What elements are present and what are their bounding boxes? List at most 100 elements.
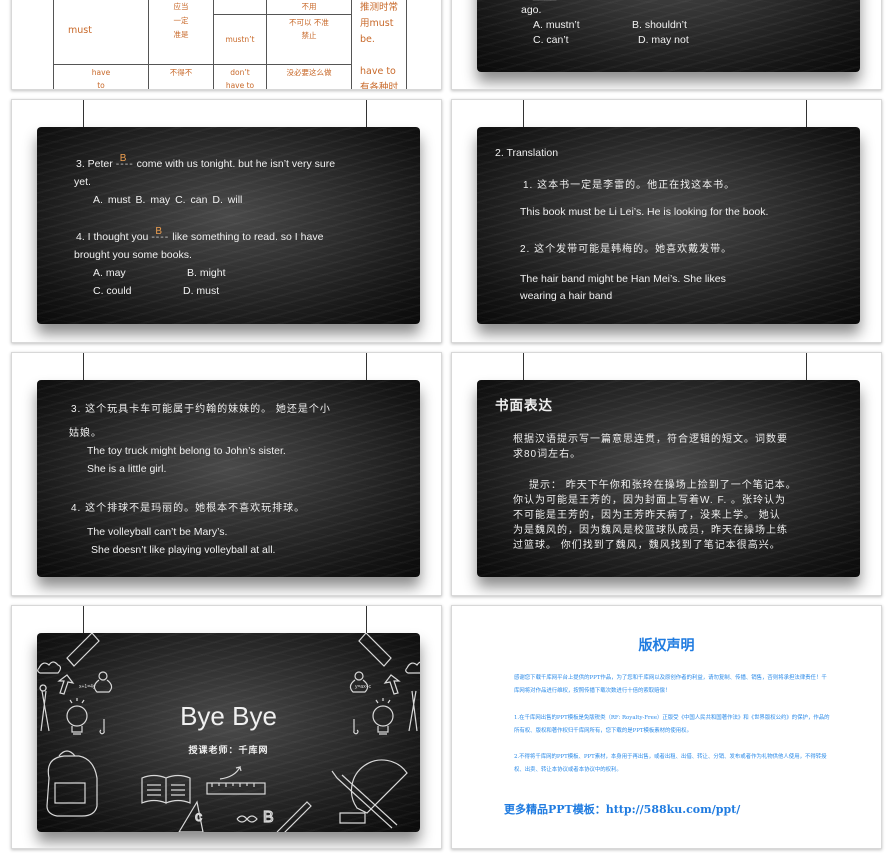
cell-line: 禁止 [301, 31, 317, 40]
table-cell: have to [53, 63, 149, 90]
slide-thumbnail-questions-3-4[interactable]: 3. Peter B ---- come with us tonight. but… [11, 99, 442, 343]
option-d: D. must [183, 285, 220, 297]
slide-title: 2. Translation [495, 147, 559, 159]
chalkboard: 2. Mary ____ be in Paris. I saw her in t… [477, 0, 860, 72]
slide-thumbnail-translation-1[interactable]: 2. Translation 1. 这本书一定是李雷的。他正在找这本书。 Thi… [451, 99, 882, 343]
hanging-string [806, 100, 807, 128]
table-cell: 应当 一定 准是 [148, 0, 214, 65]
chalkboard: 3. Peter B ---- come with us tonight. but… [37, 127, 420, 324]
slide-subtitle: 授课老师：千库网 [188, 745, 269, 755]
chinese-sentence: 2. 这个发带可能是韩梅的。她喜欢戴发带。 [520, 244, 733, 255]
english-translation: She is a little girl. [87, 463, 167, 475]
hint-line: 不可能是王芳的，因为王芳昨天病了，没来上学。 她认 [513, 510, 781, 521]
hanging-string [366, 100, 367, 128]
question-text: like something to read. so I have [172, 231, 324, 243]
cell-line: have to [225, 80, 255, 90]
english-translation: This book must be Li Lei’s. He is lookin… [520, 206, 769, 218]
cloud-icon [37, 661, 62, 674]
slide-title: 书面表达 [495, 398, 553, 413]
cell-line: to [97, 80, 105, 90]
english-translation: wearing a hair band [520, 290, 613, 302]
hanging-string [523, 100, 524, 128]
cell-line: 一定 [173, 16, 189, 25]
question-3: 3. Peter B ---- come with us tonight. but… [76, 153, 336, 173]
arrow-icon [383, 674, 401, 695]
slide-thumbnail-modal-table[interactable]: must 应当 一定 准是 不用 推测时常用must be. have to 有… [11, 0, 442, 90]
table-cell: must [53, 0, 149, 65]
hint-line: 提示： 昨天下午你和张玲在操场上捡到了一个笔记本。 [529, 480, 797, 491]
chalkboard: 书面表达 根据汉语提示写一篇意思连贯，符合逻辑的短文。词数要 求80词左右。 提… [477, 380, 860, 577]
chinese-sentence: 1. 这本书一定是李雷的。他正在找这本书。 [523, 180, 736, 191]
copyright-paragraph: 2.不得将千库网的PPT模板、PPT素材，本身用于再出售，或者出租、出借、转让、… [514, 754, 827, 773]
slide-thumbnail-writing[interactable]: 书面表达 根据汉语提示写一篇意思连贯，符合逻辑的短文。词数要 求80词左右。 提… [451, 352, 882, 596]
copyright-title: 版权声明 [638, 638, 695, 654]
chalkboard: 3. 这个玩具卡车可能属于约翰的妹妹的。 她还是个小 姑娘。 The toy t… [37, 380, 420, 577]
slide-thumbnail-bye[interactable]: c B x+1=4y y=ax+c Bye Bye 授课老师：千库网 [11, 605, 442, 849]
slide-title: Bye Bye [180, 701, 277, 731]
pencil-icon [276, 801, 312, 832]
option-b: B. might [187, 267, 226, 279]
english-translation: She doesn’t like playing volleyball at a… [91, 544, 276, 556]
chinese-sentence-cont: 姑娘。 [69, 428, 102, 439]
arrow-icon [57, 674, 75, 695]
hint-line: 为是魏风的，因为魏风是校篮球队成员，昨天在操场上练 [513, 525, 788, 536]
question-text: come with us tonight. but he isn’t very … [136, 158, 336, 170]
pencil-icon [66, 633, 100, 667]
eraser-icon [339, 812, 366, 824]
chalkboard: c B x+1=4y y=ax+c Bye Bye 授课老师：千库网 [37, 633, 420, 832]
slide-thumbnail-translation-2[interactable]: 3. 这个玩具卡车可能属于约翰的妹妹的。 她还是个小 姑娘。 The toy t… [11, 352, 442, 596]
modal-verb-table: must 应当 一定 准是 不用 推测时常用must be. have to 有… [53, 0, 407, 90]
option-d: D. may not [638, 34, 689, 46]
hanging-string [83, 353, 84, 381]
hint-line: 你认为可能是王芳的，因为封面上写着W. F. 。张玲认为 [513, 495, 786, 506]
doodle-letter-c: c [195, 808, 202, 824]
cell-line: don’t [230, 67, 250, 77]
answer-letter: B [155, 226, 162, 237]
cloud-icon [405, 661, 420, 674]
table-cell: don’t have to [213, 63, 267, 90]
book-icon [141, 774, 191, 804]
english-translation: The volleyball can’t be Mary’s. [87, 526, 228, 538]
question-text: 4. I thought you [76, 231, 149, 243]
slide-thumbnail-copyright[interactable]: 版权声明 感谢您下载千库网平台上提供的PPT作品，为了您和千库网以及原创作者的利… [451, 605, 882, 849]
doodle-formula: x+1=4y [79, 684, 96, 690]
hanging-string [83, 606, 84, 634]
hanging-string [806, 353, 807, 381]
flask-icon [93, 671, 113, 693]
chalkboard: 2. Translation 1. 这本书一定是李雷的。他正在找这本书。 Thi… [477, 127, 860, 324]
table-cell: mustn’t [213, 14, 267, 65]
pencil-icon [358, 633, 392, 667]
cell-line: 准是 [173, 30, 189, 39]
answer-blank: B ---- [151, 226, 169, 243]
question-text: 3. Peter [76, 158, 113, 170]
option-c: C. can’t [533, 34, 569, 46]
chinese-sentence: 3. 这个玩具卡车可能属于约翰的妹妹的。 她还是个小 [71, 404, 331, 415]
instruction-line: 求80词左右。 [513, 449, 582, 460]
table-row: must 应当 一定 准是 不用 推测时常用must be. have to 有… [53, 0, 407, 89]
doodle-formula: y=ax+c [355, 684, 372, 690]
answer-blank: B ---- [116, 153, 134, 170]
infinity-icon [236, 815, 258, 823]
chalk-doodles: c B x+1=4y y=ax+c [37, 633, 420, 832]
question-3-options: A. must B. may C. can D. will [93, 194, 243, 206]
template-link[interactable]: 更多精品PPT模板：http://588ku.com/ppt/ [504, 801, 740, 817]
question-4-cont: brought you some books. [74, 249, 192, 261]
question-4: 4. I thought you B ---- like something to… [76, 226, 324, 246]
instruction-line: 根据汉语提示写一篇意思连贯，符合逻辑的短文。词数要 [513, 434, 788, 445]
arrow-icon [219, 766, 242, 780]
table-cell: 不可以 不准 禁止 [266, 14, 352, 65]
note-line: 推测时常用must be. [360, 2, 399, 45]
table-notes: 推测时常用must be. have to 有各种时态。 [351, 0, 407, 89]
slide-thumbnail-question-2[interactable]: 2. Mary ____ be in Paris. I saw her in t… [451, 0, 882, 90]
answer-letter: B [119, 153, 127, 164]
english-translation: The hair band might be Han Mei’s. She li… [520, 273, 726, 285]
chinese-sentence: 4. 这个排球不是玛丽的。她根本不喜欢玩排球。 [71, 503, 306, 514]
option-a: A. may [93, 267, 126, 279]
doodle-letter-b: B [263, 809, 274, 826]
table-cell: 没必要这么做 [266, 63, 352, 89]
backpack-icon [46, 750, 98, 817]
table-cell: 不用 [266, 0, 352, 15]
hint-line: 过篮球。 你们找到了魏风，魏风找到了笔记本很高兴。 [513, 540, 781, 551]
ruler-icon [206, 782, 266, 795]
copyright-paragraph: 感谢您下载千库网平台上提供的PPT作品，为了您和千库网以及原创作者的利益，请勿复… [514, 675, 827, 694]
